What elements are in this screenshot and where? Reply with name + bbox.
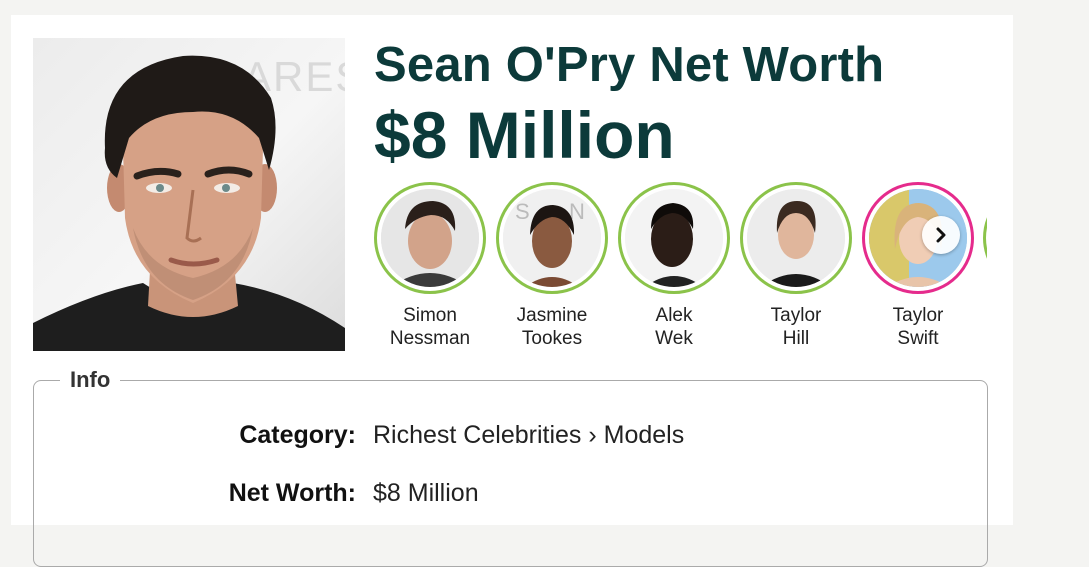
celebrity-photo: ARES bbox=[33, 38, 345, 351]
related-celebrities-carousel: Simon Nessman S N Jasmine Tookes Alek We… bbox=[374, 182, 987, 352]
related-last-name[interactable]: Hill bbox=[740, 327, 852, 350]
chevron-right-icon bbox=[936, 227, 946, 243]
related-item-jasmine-tookes[interactable]: S N Jasmine Tookes bbox=[496, 182, 608, 350]
category-link[interactable]: Richest Celebrities › Models bbox=[373, 421, 684, 449]
related-item-simon-nessman[interactable]: Simon Nessman bbox=[374, 182, 486, 350]
info-label: Category: bbox=[239, 421, 356, 449]
main-card: ARES Sean bbox=[11, 15, 1013, 567]
info-box: Info Category: Richest Celebrities › Mod… bbox=[33, 367, 988, 567]
related-first-name[interactable]: Alek bbox=[618, 304, 730, 327]
related-first-name[interactable]: Jasmine bbox=[496, 304, 608, 327]
related-last-name[interactable]: Swift bbox=[862, 327, 974, 350]
related-last-name[interactable]: Tookes bbox=[496, 327, 608, 350]
net-worth-heading: $8 Million bbox=[374, 98, 675, 172]
info-legend: Info bbox=[70, 367, 111, 392]
info-label: Net Worth: bbox=[228, 479, 356, 507]
info-value: Richest Celebrities › Models bbox=[373, 421, 684, 450]
avatar[interactable] bbox=[618, 182, 730, 294]
simon-nessman-photo bbox=[381, 189, 479, 287]
carousel-next-button[interactable] bbox=[922, 216, 960, 254]
related-item-taylor-hill[interactable]: Taylor Hill bbox=[740, 182, 852, 350]
related-item-alek-wek[interactable]: Alek Wek bbox=[618, 182, 730, 350]
svg-text:S: S bbox=[515, 199, 530, 224]
alek-wek-photo bbox=[625, 189, 723, 287]
related-name[interactable]: Alek Wek bbox=[618, 304, 730, 350]
related-first-name[interactable]: Taylor bbox=[862, 304, 974, 327]
jasmine-tookes-photo: S N bbox=[503, 189, 601, 287]
avatar[interactable]: S N bbox=[496, 182, 608, 294]
info-value: $8 Million bbox=[373, 479, 479, 507]
avatar[interactable] bbox=[740, 182, 852, 294]
related-last-name[interactable]: Wek bbox=[618, 327, 730, 350]
related-name[interactable]: Taylor Hill bbox=[740, 304, 852, 350]
info-row-category: Category: Richest Celebrities › Models bbox=[34, 421, 989, 455]
info-row-net-worth: Net Worth: $8 Million bbox=[34, 479, 989, 513]
related-item-taylor-swift[interactable]: Taylor Swift bbox=[862, 182, 974, 350]
avatar[interactable] bbox=[374, 182, 486, 294]
related-first-name[interactable]: Simon bbox=[374, 304, 486, 327]
portrait-illustration bbox=[33, 55, 345, 351]
related-last-name[interactable]: Nessman bbox=[374, 327, 486, 350]
related-name[interactable]: Simon Nessman bbox=[374, 304, 486, 350]
related-name[interactable]: Jasmine Tookes bbox=[496, 304, 608, 350]
related-name[interactable]: Taylor Swift bbox=[862, 304, 974, 350]
page-title: Sean O'Pry Net Worth bbox=[374, 38, 885, 92]
taylor-hill-photo bbox=[747, 189, 845, 287]
related-item-partial[interactable] bbox=[983, 182, 987, 294]
related-first-name[interactable]: Taylor bbox=[740, 304, 852, 327]
